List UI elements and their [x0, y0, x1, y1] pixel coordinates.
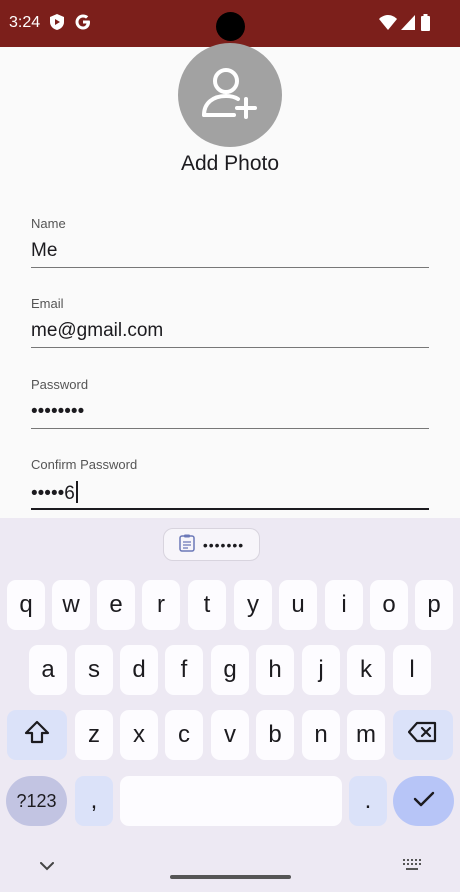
- password-label: Password: [31, 377, 89, 392]
- name-underline: [31, 267, 429, 268]
- shield-play-icon: [50, 14, 64, 35]
- hide-keyboard-icon[interactable]: [40, 858, 54, 876]
- key-f[interactable]: f: [165, 645, 203, 695]
- key-r[interactable]: r: [142, 580, 180, 630]
- password-field[interactable]: Password ••••••••: [31, 377, 429, 441]
- key-s[interactable]: s: [75, 645, 113, 695]
- signal-icon: [401, 15, 415, 35]
- key-x[interactable]: x: [120, 710, 158, 760]
- email-underline: [31, 347, 429, 348]
- key-b[interactable]: b: [256, 710, 294, 760]
- password-underline: [31, 428, 429, 429]
- key-p[interactable]: p: [415, 580, 453, 630]
- gesture-handle[interactable]: [170, 875, 291, 879]
- name-input[interactable]: Me: [31, 240, 57, 262]
- add-photo-label[interactable]: Add Photo: [0, 152, 460, 176]
- clipboard-icon: [179, 534, 195, 555]
- key-c[interactable]: c: [165, 710, 203, 760]
- key-e[interactable]: e: [97, 580, 135, 630]
- confirm-password-label: Confirm Password: [31, 457, 138, 472]
- password-input[interactable]: ••••••••: [31, 401, 84, 423]
- key-w[interactable]: w: [52, 580, 90, 630]
- shift-icon: [24, 720, 50, 751]
- key-n[interactable]: n: [302, 710, 340, 760]
- text-cursor: [75, 481, 78, 503]
- keyboard-switch-icon[interactable]: [403, 858, 421, 876]
- confirm-password-text: •••••6: [31, 483, 75, 504]
- key-d[interactable]: d: [120, 645, 158, 695]
- key-g[interactable]: g: [211, 645, 249, 695]
- suggestion-text: •••••••: [202, 536, 245, 553]
- email-input[interactable]: me@gmail.com: [31, 320, 163, 342]
- google-g-icon: [75, 13, 91, 36]
- backspace-icon: [407, 721, 438, 750]
- key-h[interactable]: h: [256, 645, 294, 695]
- key-k[interactable]: k: [347, 645, 385, 695]
- key-l[interactable]: l: [393, 645, 431, 695]
- avatar-add-photo-button[interactable]: [178, 43, 282, 147]
- confirm-password-underline: [31, 508, 429, 510]
- email-label: Email: [31, 296, 64, 311]
- space-key[interactable]: [120, 776, 342, 826]
- period-key[interactable]: .: [349, 776, 387, 826]
- key-v[interactable]: v: [211, 710, 249, 760]
- shift-key[interactable]: [7, 710, 67, 760]
- email-field[interactable]: Email me@gmail.com: [31, 296, 429, 360]
- key-y[interactable]: y: [234, 580, 272, 630]
- backspace-key[interactable]: [393, 710, 453, 760]
- key-u[interactable]: u: [279, 580, 317, 630]
- camera-cutout: [216, 12, 245, 41]
- symbols-key[interactable]: ?123: [6, 776, 67, 826]
- key-t[interactable]: t: [188, 580, 226, 630]
- battery-icon: [421, 14, 430, 36]
- name-label: Name: [31, 216, 66, 231]
- name-field[interactable]: Name Me: [31, 216, 429, 280]
- confirm-password-field[interactable]: Confirm Password •••••6: [31, 457, 429, 521]
- key-m[interactable]: m: [347, 710, 385, 760]
- status-bar: 3:24: [0, 0, 460, 47]
- soft-keyboard: ••••••• q w e r t y u i o p a s d f g h …: [0, 518, 460, 892]
- person-add-icon: [198, 61, 262, 130]
- status-time: 3:24: [9, 14, 41, 31]
- key-a[interactable]: a: [29, 645, 67, 695]
- comma-key[interactable]: ,: [75, 776, 113, 826]
- key-o[interactable]: o: [370, 580, 408, 630]
- checkmark-icon: [413, 787, 435, 815]
- password-suggestion-chip[interactable]: •••••••: [163, 528, 260, 561]
- key-q[interactable]: q: [7, 580, 45, 630]
- key-j[interactable]: j: [302, 645, 340, 695]
- key-z[interactable]: z: [75, 710, 113, 760]
- wifi-icon: [379, 15, 397, 35]
- key-i[interactable]: i: [325, 580, 363, 630]
- confirm-password-input[interactable]: •••••6: [31, 481, 78, 505]
- enter-key[interactable]: [393, 776, 454, 826]
